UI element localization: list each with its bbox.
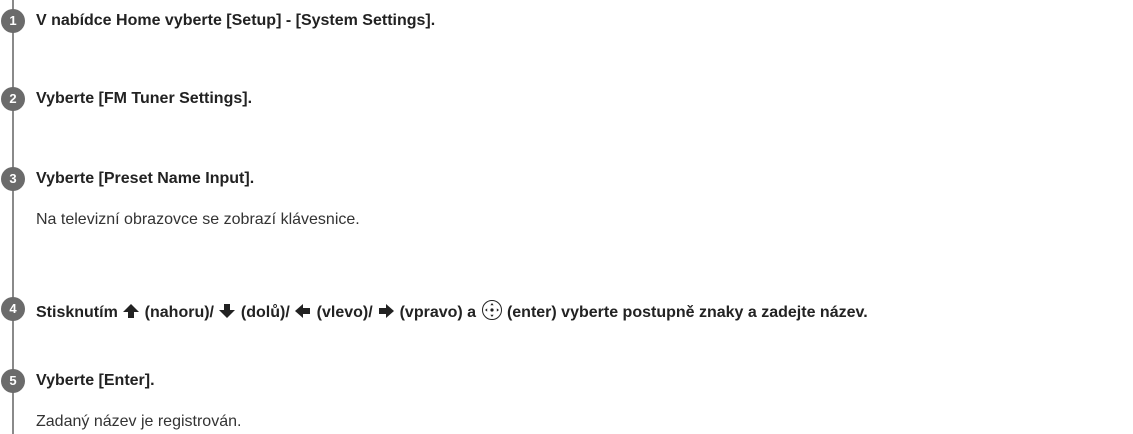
- arrow-down-icon: [218, 303, 236, 325]
- arrow-right-icon: [377, 303, 395, 325]
- step-4-right-label: (vpravo) a: [395, 304, 481, 321]
- step-4-up-label: (nahoru)/: [140, 304, 214, 321]
- step-4-enter-label: (enter) vyberte postupně znaky a zadejte…: [502, 304, 868, 321]
- step-4-prefix: Stisknutím: [36, 304, 123, 321]
- step-1-number: 1: [1, 9, 25, 33]
- step-4-title: Stisknutím (nahoru)/ (dolů)/ (vlevo)/ (v…: [36, 299, 868, 327]
- step-5-number: 5: [1, 369, 25, 393]
- step-4-left-label: (vlevo)/: [312, 304, 373, 321]
- step-2-number: 2: [1, 87, 25, 111]
- step-3-description: Na televizní obrazovce se zobrazí kláves…: [36, 211, 360, 228]
- step-4-down-label: (dolů)/: [236, 304, 290, 321]
- step-2-title: Vyberte [FM Tuner Settings].: [36, 90, 253, 107]
- step-5-description: Zadaný název je registrován.: [36, 413, 242, 430]
- arrow-up-icon: [122, 303, 140, 325]
- enter-icon: [481, 299, 503, 327]
- step-3-title: Vyberte [Preset Name Input].: [36, 170, 255, 187]
- step-3-number: 3: [1, 167, 25, 191]
- step-4-number: 4: [1, 297, 25, 321]
- arrow-left-icon: [294, 303, 312, 325]
- step-5-title: Vyberte [Enter].: [36, 372, 155, 389]
- step-1-title: V nabídce Home vyberte [Setup] - [System…: [36, 12, 436, 29]
